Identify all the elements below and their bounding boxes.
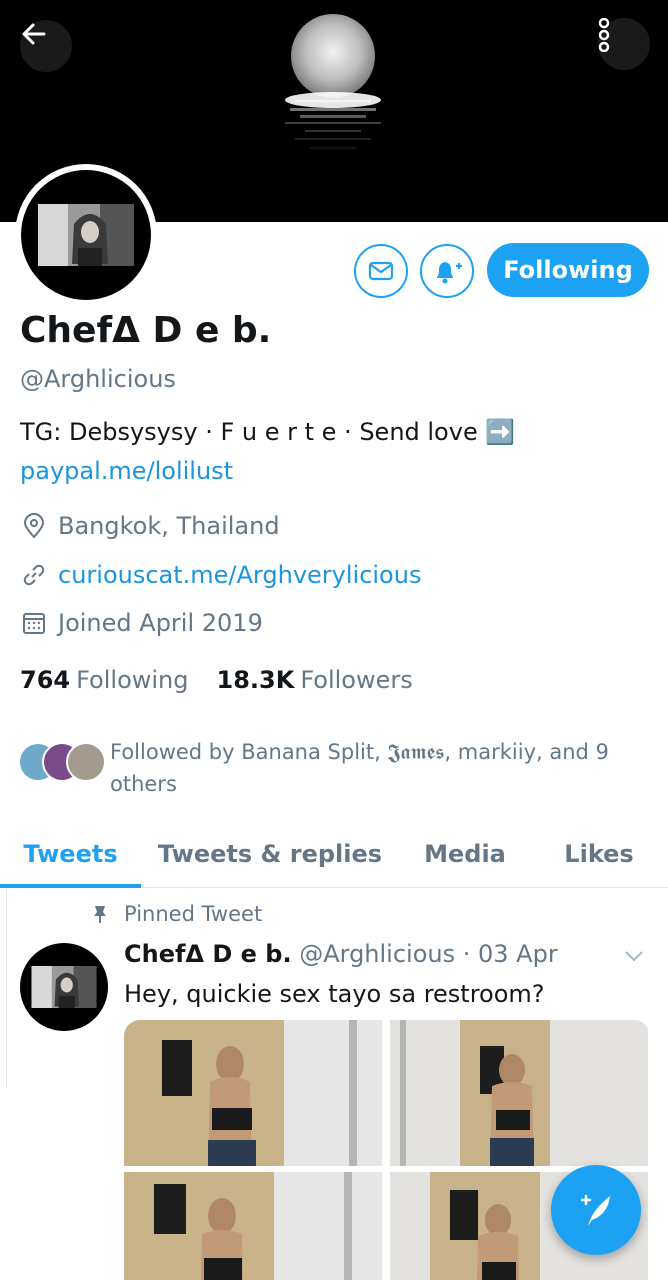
more-options-button[interactable] bbox=[598, 18, 650, 70]
followers-count-label: Followers bbox=[300, 666, 413, 694]
avatar-image bbox=[38, 204, 134, 266]
calendar-icon bbox=[20, 609, 48, 637]
followed-by-avatars bbox=[18, 742, 108, 786]
mail-icon bbox=[368, 261, 394, 281]
location-text: Bangkok, Thailand bbox=[58, 512, 280, 540]
arrow-left-icon bbox=[22, 23, 46, 45]
following-count: 764 bbox=[20, 666, 71, 694]
profile-tabs: Tweets Tweets & replies Media Likes bbox=[0, 820, 668, 888]
followers-count-link[interactable]: 18.3K Followers bbox=[217, 666, 413, 694]
tweet-media-image[interactable] bbox=[390, 1020, 648, 1166]
bio-link[interactable]: paypal.me/lolilust bbox=[20, 457, 233, 485]
avatar-image bbox=[31, 966, 97, 1008]
pinned-label-text: Pinned Tweet bbox=[124, 902, 263, 926]
profile-display-name: ChefΔ D e b. bbox=[20, 310, 272, 351]
tweet-author-avatar[interactable] bbox=[20, 943, 108, 1031]
profile-avatar[interactable] bbox=[15, 164, 157, 306]
profile-bio: TG: Debsysysy · F u e r t e · Send love … bbox=[20, 418, 516, 446]
pinned-tweet-label: Pinned Tweet bbox=[90, 902, 262, 926]
tweet-author-name[interactable]: ChefΔ D e b. bbox=[124, 940, 292, 968]
divider bbox=[6, 888, 7, 1088]
website-link[interactable]: curiouscat.me/Arghverylicious bbox=[58, 561, 421, 589]
tweet-date: · 03 Apr bbox=[462, 940, 558, 968]
chevron-down-icon[interactable] bbox=[622, 944, 646, 968]
link-icon bbox=[20, 561, 48, 589]
more-vertical-icon bbox=[598, 18, 610, 52]
profile-location: Bangkok, Thailand bbox=[20, 512, 280, 540]
tweet-text: Hey, quickie sex tayo sa restroom? bbox=[124, 980, 545, 1008]
tweet-media-image[interactable] bbox=[124, 1172, 382, 1280]
followed-by-text: Followed by Banana Split, 𝕵𝖆𝖒𝖊𝖘, markiiy… bbox=[110, 740, 609, 796]
location-pin-icon bbox=[20, 512, 48, 540]
follow-counts: 764 Following 18.3K Followers bbox=[20, 666, 441, 694]
tab-media[interactable]: Media bbox=[410, 820, 520, 888]
tweet-author-handle: @Arghlicious bbox=[299, 940, 456, 968]
pin-icon bbox=[94, 906, 106, 923]
direct-message-button[interactable] bbox=[354, 244, 408, 298]
follower-avatar bbox=[66, 742, 106, 782]
joined-text: Joined April 2019 bbox=[58, 609, 263, 637]
following-button[interactable]: Following bbox=[487, 243, 649, 297]
back-button[interactable] bbox=[20, 20, 72, 72]
followers-count: 18.3K bbox=[216, 666, 295, 694]
compose-tweet-button[interactable] bbox=[551, 1165, 641, 1255]
following-count-link[interactable]: 764 Following bbox=[20, 666, 189, 694]
profile-joined-date: Joined April 2019 bbox=[20, 609, 263, 637]
tab-likes[interactable]: Likes bbox=[548, 820, 650, 888]
notifications-button[interactable] bbox=[420, 244, 474, 298]
tweet-media-image[interactable] bbox=[124, 1020, 382, 1166]
tab-tweets-replies[interactable]: Tweets & replies bbox=[150, 820, 390, 888]
tab-tweets[interactable]: Tweets bbox=[0, 820, 141, 888]
profile-handle: @Arghlicious bbox=[20, 365, 176, 393]
bell-plus-icon bbox=[437, 262, 462, 284]
profile-website[interactable]: curiouscat.me/Arghverylicious bbox=[20, 561, 421, 589]
active-tab-indicator bbox=[0, 884, 141, 888]
tweet-header: ChefΔ D e b. @Arghlicious · 03 Apr bbox=[124, 940, 558, 968]
followed-by-row[interactable]: Followed by Banana Split, 𝕵𝖆𝖒𝖊𝖘, markiiy… bbox=[18, 736, 638, 800]
compose-tweet-icon bbox=[580, 1194, 610, 1226]
following-count-label: Following bbox=[76, 666, 189, 694]
